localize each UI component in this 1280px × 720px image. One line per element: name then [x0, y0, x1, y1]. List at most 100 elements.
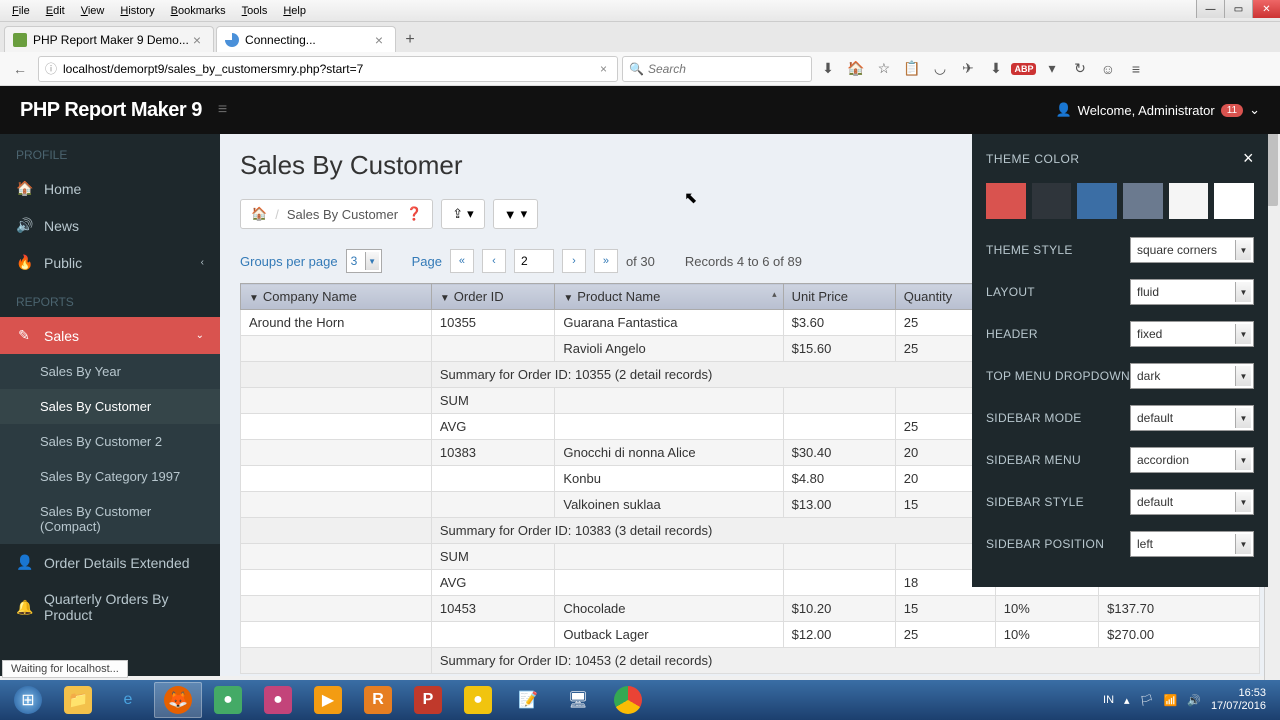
face-icon[interactable]: ☺ [1096, 57, 1120, 81]
summary-cell: Summary for Order ID: 10453 (2 detail re… [431, 648, 1259, 674]
taskbar-ie[interactable]: e [104, 682, 152, 718]
save-icon[interactable]: ⬇ [984, 57, 1008, 81]
menu-edit[interactable]: Edit [38, 3, 73, 19]
sidebar-item-sales-by-year[interactable]: Sales By Year [0, 354, 220, 389]
theme-setting-select[interactable]: fixed▼ [1130, 321, 1254, 347]
window-close[interactable]: ✕ [1252, 0, 1280, 18]
theme-swatch[interactable] [986, 183, 1026, 219]
browser-tab-0[interactable]: PHP Report Maker 9 Demo... × [4, 26, 214, 52]
search-input[interactable] [648, 62, 805, 76]
taskbar-app-4[interactable]: R [354, 682, 402, 718]
taskbar-firefox[interactable]: 🦊 [154, 682, 202, 718]
taskbar-app-7[interactable]: 📝 [504, 682, 552, 718]
close-icon[interactable]: × [1243, 148, 1254, 169]
menu-bookmarks[interactable]: Bookmarks [163, 3, 234, 19]
addon-icon[interactable]: ▾ [1040, 57, 1064, 81]
sidebar-item-home[interactable]: 🏠Home [0, 170, 220, 207]
table-cell: 15 [895, 596, 995, 622]
url-field[interactable]: ⓘ × [38, 56, 618, 82]
tray-clock[interactable]: 16:5317/07/2016 [1211, 687, 1266, 713]
taskbar-app-3[interactable]: ▶ [304, 682, 352, 718]
sidebar-item-public[interactable]: 🔥Public‹ [0, 244, 220, 281]
last-page-button[interactable]: » [594, 249, 618, 273]
theme-setting-select[interactable]: dark▼ [1130, 363, 1254, 389]
send-icon[interactable]: ✈ [956, 57, 980, 81]
theme-swatch[interactable] [1077, 183, 1117, 219]
column-header[interactable]: ▼Company Name [241, 284, 432, 310]
home-icon[interactable]: 🏠 [251, 206, 267, 222]
theme-setting-select[interactable]: default▼ [1130, 405, 1254, 431]
theme-swatch[interactable] [1123, 183, 1163, 219]
menu-view[interactable]: View [73, 3, 113, 19]
groups-per-page-select[interactable]: 3▼ [346, 249, 382, 273]
menu-file[interactable]: File [4, 3, 38, 19]
tray-flag-icon[interactable]: 🏳 [1140, 694, 1154, 707]
notification-badge[interactable]: 11 [1221, 104, 1243, 117]
browser-menubar: File Edit View History Bookmarks Tools H… [0, 0, 1280, 22]
taskbar-app-1[interactable]: ● [204, 682, 252, 718]
sidebar-item-sales-by-customer-compact[interactable]: Sales By Customer (Compact) [0, 494, 220, 544]
chevron-down-icon[interactable]: ⌄ [1249, 102, 1260, 118]
first-page-button[interactable]: « [450, 249, 474, 273]
adblock-icon[interactable]: ABP [1012, 57, 1036, 81]
theme-swatch[interactable] [1214, 183, 1254, 219]
window-maximize[interactable]: ▭ [1224, 0, 1252, 18]
taskbar-chrome[interactable] [604, 682, 652, 718]
browser-tab-1[interactable]: Connecting... × [216, 26, 396, 52]
home-icon[interactable]: 🏠 [844, 57, 868, 81]
close-icon[interactable]: × [371, 32, 387, 48]
tray-up-icon[interactable]: ▴ [1124, 694, 1130, 707]
sidebar-item-sales-by-customer-2[interactable]: Sales By Customer 2 [0, 424, 220, 459]
tray-lang[interactable]: IN [1103, 694, 1114, 706]
tray-volume-icon[interactable]: 🔊 [1187, 694, 1201, 707]
prev-page-button[interactable]: ‹ [482, 249, 506, 273]
theme-setting-select[interactable]: left▼ [1130, 531, 1254, 557]
taskbar-app-6[interactable]: ● [454, 682, 502, 718]
menu-help[interactable]: Help [275, 3, 314, 19]
taskbar-explorer[interactable]: 📁 [54, 682, 102, 718]
theme-swatch[interactable] [1032, 183, 1072, 219]
start-button[interactable]: ⊞ [4, 682, 52, 718]
clear-url-icon[interactable]: × [596, 62, 611, 76]
bookmark-icon[interactable]: ☆ [872, 57, 896, 81]
back-button[interactable]: ← [6, 56, 34, 82]
sidebar-toggle-icon[interactable]: ≡ [218, 101, 227, 119]
sidebar-item-sales-by-customer[interactable]: Sales By Customer [0, 389, 220, 424]
theme-swatch[interactable] [1169, 183, 1209, 219]
url-input[interactable] [63, 62, 596, 76]
theme-setting-select[interactable]: accordion▼ [1130, 447, 1254, 473]
column-header[interactable]: ▼Product Name▴ [555, 284, 783, 310]
theme-setting-select[interactable]: fluid▼ [1130, 279, 1254, 305]
search-field[interactable]: 🔍 [622, 56, 812, 82]
sidebar-item-sales-by-category[interactable]: Sales By Category 1997 [0, 459, 220, 494]
page-input[interactable] [514, 249, 554, 273]
filter-button[interactable]: ▼▾ [493, 199, 538, 229]
download-icon[interactable]: ⬇ [816, 57, 840, 81]
sidebar-item-quarterly-orders[interactable]: 🔔Quarterly Orders By Product [0, 581, 220, 633]
column-header[interactable]: Unit Price [783, 284, 895, 310]
menu-history[interactable]: History [112, 3, 162, 19]
sidebar-item-news[interactable]: 🔊News [0, 207, 220, 244]
export-button[interactable]: ⇪▾ [441, 199, 484, 229]
theme-setting-select[interactable]: default▼ [1130, 489, 1254, 515]
sync-icon[interactable]: ↻ [1068, 57, 1092, 81]
new-tab-button[interactable]: + [398, 28, 422, 52]
hamburger-icon[interactable]: ≡ [1124, 57, 1148, 81]
theme-setting-select[interactable]: square corners▼ [1130, 237, 1254, 263]
clipboard-icon[interactable]: 📋 [900, 57, 924, 81]
window-minimize[interactable]: — [1196, 0, 1224, 18]
taskbar-app-5[interactable]: P [404, 682, 452, 718]
system-tray[interactable]: IN ▴ 🏳 📶 🔊 16:5317/07/2016 [1103, 687, 1276, 713]
sidebar-item-sales[interactable]: ✎Sales⌄ [0, 317, 220, 354]
breadcrumb-item[interactable]: Sales By Customer [287, 207, 398, 222]
close-icon[interactable]: × [189, 32, 205, 48]
tray-network-icon[interactable]: 📶 [1164, 694, 1178, 707]
help-icon[interactable]: ❓ [406, 206, 422, 222]
pocket-icon[interactable]: ◡ [928, 57, 952, 81]
column-header[interactable]: ▼Order ID [431, 284, 554, 310]
menu-tools[interactable]: Tools [234, 3, 276, 19]
taskbar-app-8[interactable]: 🖥 [554, 682, 602, 718]
sidebar-item-order-details[interactable]: 👤Order Details Extended [0, 544, 220, 581]
taskbar-app-2[interactable]: ● [254, 682, 302, 718]
next-page-button[interactable]: › [562, 249, 586, 273]
